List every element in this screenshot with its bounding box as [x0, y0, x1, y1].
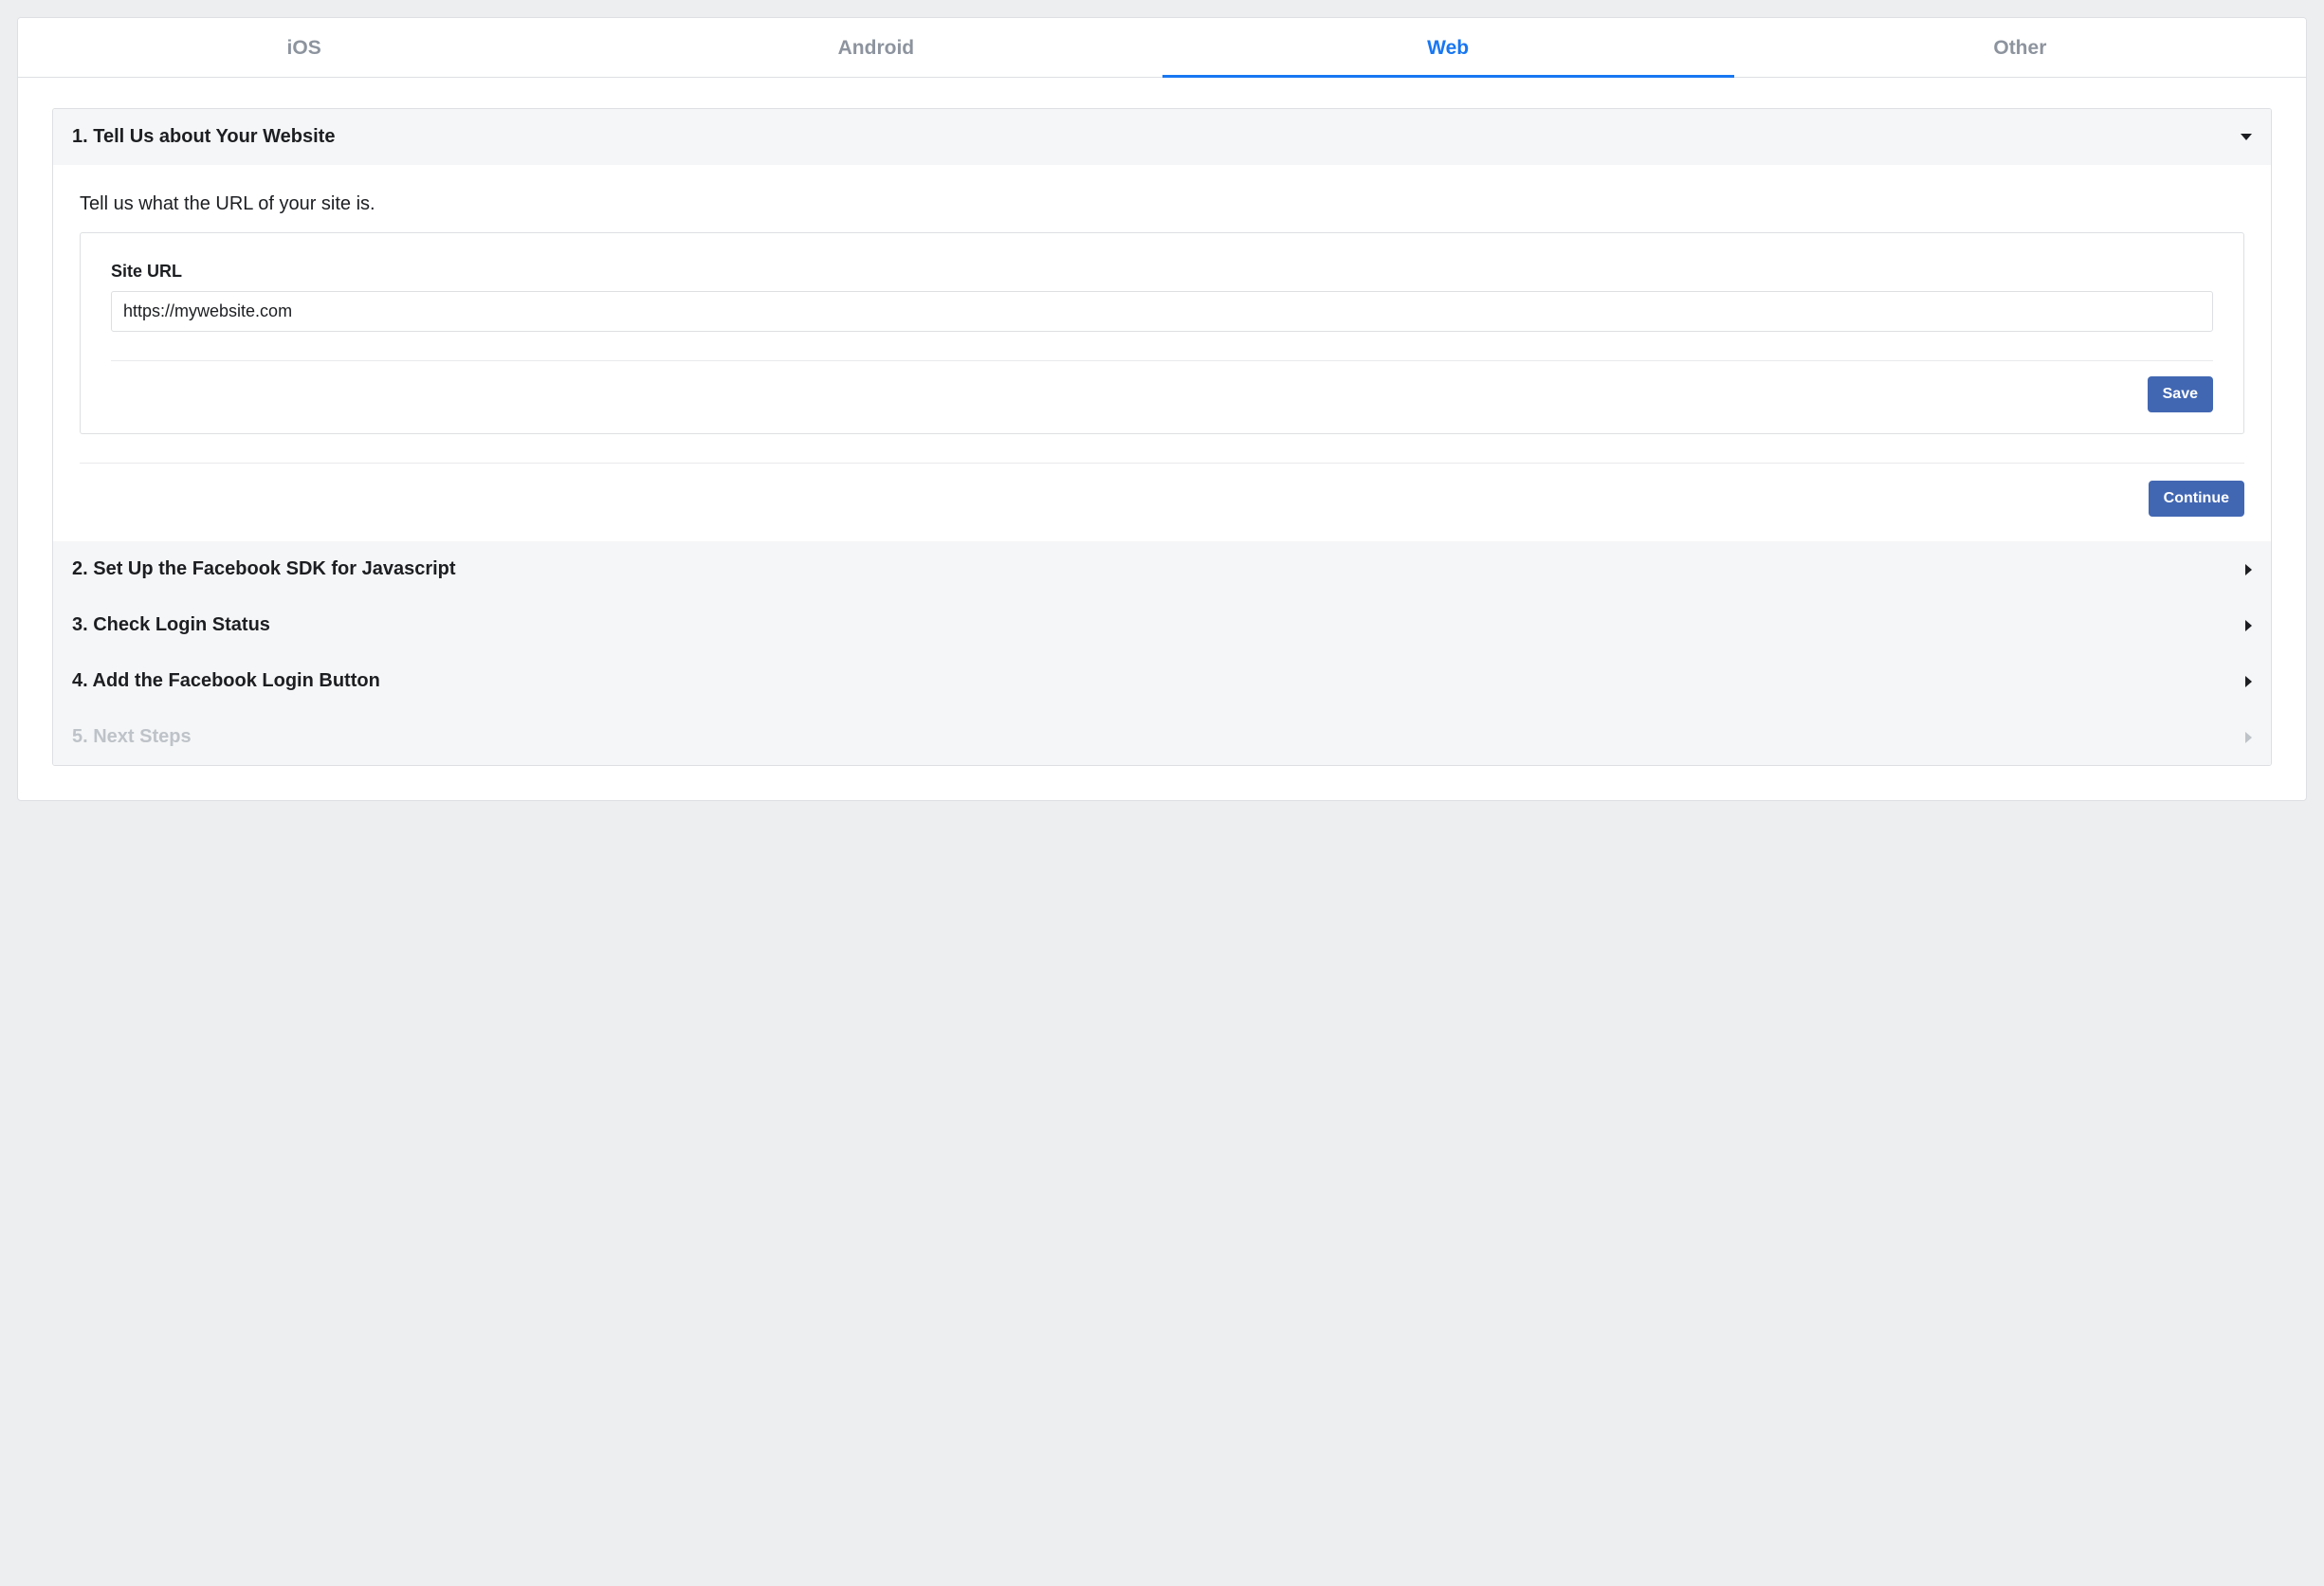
content-area: 1. Tell Us about Your Website Tell us wh… — [18, 78, 2306, 800]
tab-web[interactable]: Web — [1162, 18, 1734, 77]
step-3-header[interactable]: 3. Check Login Status — [53, 597, 2271, 653]
platform-tabs: iOS Android Web Other — [18, 18, 2306, 78]
step-5-header[interactable]: 5. Next Steps — [53, 709, 2271, 765]
step-4: 4. Add the Facebook Login Button — [53, 653, 2271, 709]
step-1: 1. Tell Us about Your Website Tell us wh… — [53, 109, 2271, 541]
step-5: 5. Next Steps — [53, 709, 2271, 765]
site-url-label: Site URL — [111, 262, 2213, 282]
step-1-intro: Tell us what the URL of your site is. — [80, 193, 2244, 215]
step-2-header[interactable]: 2. Set Up the Facebook SDK for Javascrip… — [53, 541, 2271, 597]
main-card: iOS Android Web Other 1. Tell Us about Y… — [17, 17, 2307, 801]
divider — [111, 360, 2213, 361]
chevron-down-icon — [2241, 134, 2252, 140]
tab-android[interactable]: Android — [590, 18, 1162, 77]
steps-accordion: 1. Tell Us about Your Website Tell us wh… — [52, 108, 2272, 766]
divider — [80, 463, 2244, 464]
chevron-right-icon — [2245, 620, 2252, 631]
step-2-title: 2. Set Up the Facebook SDK for Javascrip… — [72, 558, 456, 580]
chevron-right-icon — [2245, 732, 2252, 743]
tab-other[interactable]: Other — [1734, 18, 2306, 77]
tab-ios[interactable]: iOS — [18, 18, 590, 77]
step-3: 3. Check Login Status — [53, 597, 2271, 653]
save-button[interactable]: Save — [2148, 376, 2213, 412]
continue-button[interactable]: Continue — [2149, 481, 2244, 517]
step-1-title: 1. Tell Us about Your Website — [72, 126, 335, 148]
chevron-right-icon — [2245, 564, 2252, 575]
step-4-title: 4. Add the Facebook Login Button — [72, 670, 380, 692]
site-url-card: Site URL Save — [80, 232, 2244, 434]
step-3-title: 3. Check Login Status — [72, 614, 270, 636]
step-5-title: 5. Next Steps — [72, 726, 192, 748]
step-1-body: Tell us what the URL of your site is. Si… — [53, 165, 2271, 541]
step-4-header[interactable]: 4. Add the Facebook Login Button — [53, 653, 2271, 709]
chevron-right-icon — [2245, 676, 2252, 687]
step-1-header[interactable]: 1. Tell Us about Your Website — [53, 109, 2271, 165]
step-2: 2. Set Up the Facebook SDK for Javascrip… — [53, 541, 2271, 597]
site-url-input[interactable] — [111, 291, 2213, 332]
